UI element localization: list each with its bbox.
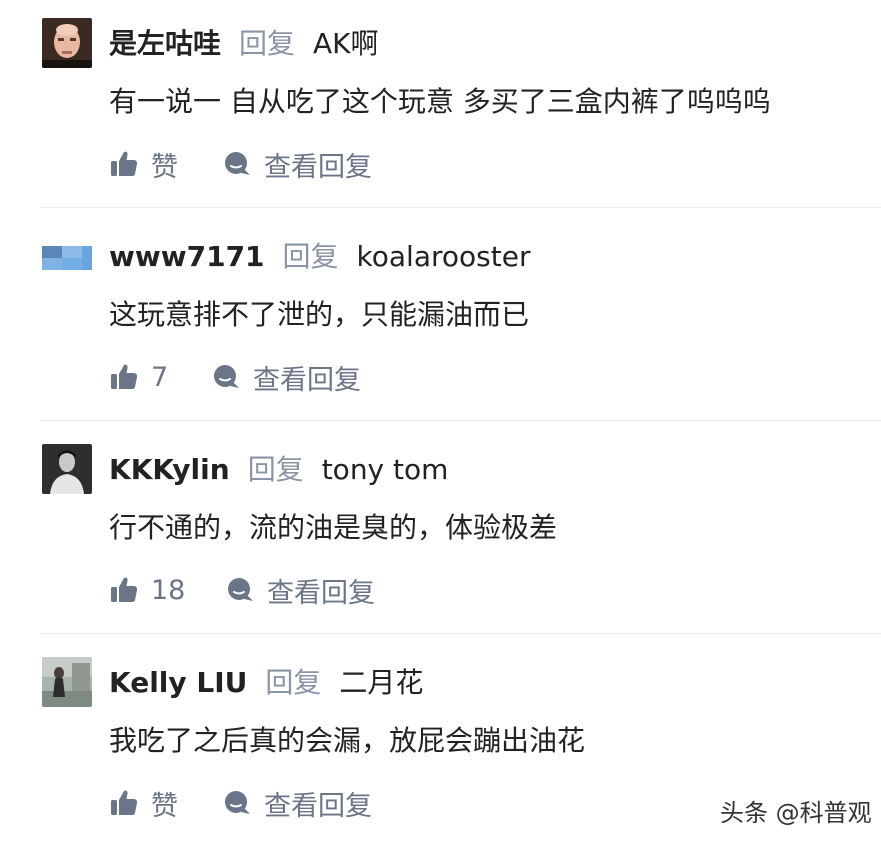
- username[interactable]: 是左咕哇: [109, 24, 221, 64]
- like-button[interactable]: 7: [109, 362, 211, 393]
- view-replies-button[interactable]: 查看回复: [211, 358, 361, 397]
- like-label: 赞: [151, 151, 178, 183]
- comment-text: 我吃了之后真的会漏，放屁会蹦出油花: [109, 724, 586, 757]
- like-button[interactable]: 赞: [109, 145, 222, 184]
- comment-actions: 18 查看回复: [109, 568, 375, 612]
- comment-text: 这玩意排不了泄的，只能漏油而已: [109, 298, 530, 331]
- chat-bubble-icon: [222, 149, 252, 179]
- like-button[interactable]: 18: [109, 575, 225, 606]
- view-replies-button[interactable]: 查看回复: [222, 784, 372, 823]
- comment-actions: 7 查看回复: [109, 355, 361, 399]
- like-count: 18: [151, 574, 186, 606]
- comment-header: www7171 回复 koalarooster: [109, 237, 530, 277]
- reply-target-username[interactable]: AK啊: [313, 24, 379, 64]
- chat-bubble-icon: [222, 788, 252, 818]
- like-button[interactable]: 赞: [109, 784, 222, 823]
- thumbs-up-icon: [109, 149, 139, 179]
- username[interactable]: KKKylin: [109, 450, 230, 490]
- avatar[interactable]: [42, 657, 92, 707]
- view-replies-label: 查看回复: [264, 790, 372, 822]
- comment-text: 有一说一 自从吃了这个玩意 多买了三盒内裤了呜呜呜: [109, 85, 771, 118]
- comment-actions: 赞 查看回复: [109, 781, 372, 825]
- avatar[interactable]: [42, 18, 92, 68]
- reply-label: 回复: [239, 27, 296, 60]
- view-replies-label: 查看回复: [253, 364, 361, 396]
- comment-header: 是左咕哇 回复 AK啊: [109, 24, 379, 64]
- comment-item: www7171 回复 koalarooster 这玩意排不了泄的，只能漏油而已 …: [0, 213, 881, 425]
- thumbs-up-icon: [109, 362, 139, 392]
- divider: [40, 420, 881, 421]
- thumbs-up-icon: [109, 575, 139, 605]
- view-replies-button[interactable]: 查看回复: [222, 145, 372, 184]
- view-replies-label: 查看回复: [264, 151, 372, 183]
- divider: [40, 633, 881, 634]
- comment-item: KKKylin 回复 tony tom 行不通的，流的油是臭的，体验极差 18: [0, 426, 881, 638]
- comment-item: 是左咕哇 回复 AK啊 有一说一 自从吃了这个玩意 多买了三盒内裤了呜呜呜 赞: [0, 0, 881, 212]
- reply-label: 回复: [247, 453, 304, 486]
- avatar[interactable]: [42, 444, 92, 494]
- comment-thread: 是左咕哇 回复 AK啊 有一说一 自从吃了这个玩意 多买了三盒内裤了呜呜呜 赞: [0, 0, 881, 845]
- comment-actions: 赞 查看回复: [109, 142, 372, 186]
- reply-target-username[interactable]: 二月花: [339, 663, 423, 703]
- chat-bubble-icon: [225, 575, 255, 605]
- divider: [40, 207, 881, 208]
- avatar[interactable]: [42, 230, 92, 280]
- username[interactable]: www7171: [109, 237, 265, 277]
- username[interactable]: Kelly LIU: [109, 663, 247, 703]
- chat-bubble-icon: [211, 362, 241, 392]
- view-replies-label: 查看回复: [267, 577, 375, 609]
- reply-target-username[interactable]: koalarooster: [357, 237, 531, 277]
- reply-target-username[interactable]: tony tom: [322, 450, 449, 490]
- comment-text: 行不通的，流的油是臭的，体验极差: [109, 511, 558, 544]
- reply-label: 回复: [282, 240, 339, 273]
- comment-header: Kelly LIU 回复 二月花: [109, 663, 423, 703]
- comment-header: KKKylin 回复 tony tom: [109, 450, 448, 490]
- like-label: 赞: [151, 790, 178, 822]
- watermark: 头条 @科普观: [720, 799, 872, 827]
- like-count: 7: [151, 361, 169, 393]
- view-replies-button[interactable]: 查看回复: [225, 571, 375, 610]
- reply-label: 回复: [265, 666, 322, 699]
- thumbs-up-icon: [109, 788, 139, 818]
